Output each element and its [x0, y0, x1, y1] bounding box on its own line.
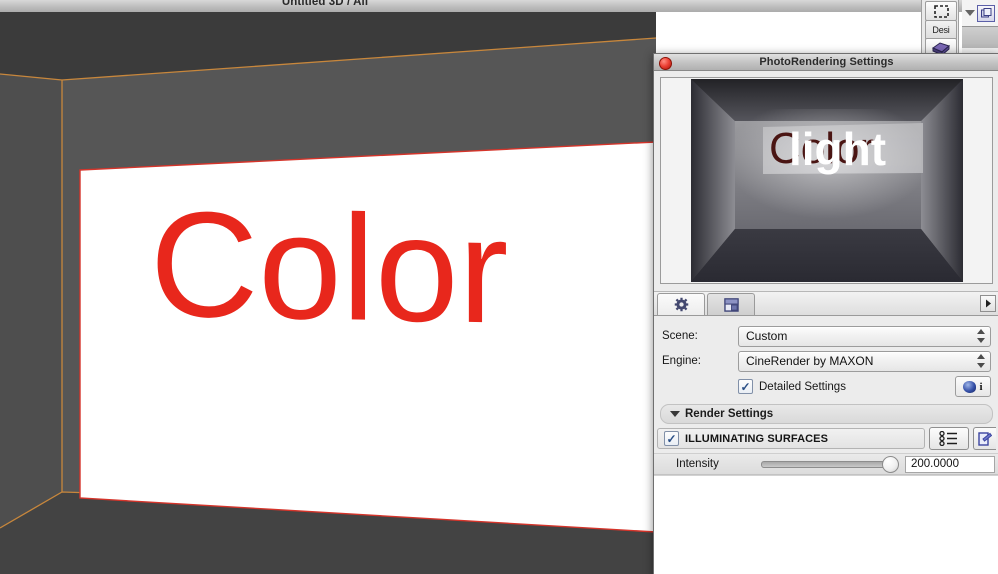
stepper-down-icon [976, 362, 985, 368]
intensity-row: Intensity 200.0000 [654, 453, 998, 475]
engine-stepper-icon[interactable] [976, 353, 985, 368]
render-settings-section-header[interactable]: Render Settings [660, 404, 993, 424]
close-button[interactable] [659, 57, 672, 70]
render-preview-container[interactable]: Color light [660, 77, 993, 284]
stepper-up-icon [976, 328, 985, 334]
render-preview: Color light [690, 79, 963, 282]
tab-save-image[interactable] [707, 293, 755, 315]
stepper-down-icon [976, 337, 985, 343]
chevron-down-icon[interactable] [965, 10, 975, 16]
list-settings-icon [939, 431, 957, 446]
illuminating-surfaces-item[interactable]: ✓ ILLUMINATING SURFACES [657, 428, 925, 449]
design-tool-button[interactable]: Desi [925, 20, 957, 40]
check-icon: ✓ [740, 379, 751, 394]
tool-palette: Desi [921, 0, 959, 59]
intensity-slider-knob[interactable] [882, 455, 899, 473]
illuminating-surfaces-row: ✓ ILLUMINATING SURFACES [657, 427, 996, 450]
layer-glyph [980, 8, 991, 18]
marquee-select-icon [933, 4, 949, 18]
edit-icon [978, 431, 992, 446]
right-dock [962, 0, 998, 26]
scene-select[interactable]: Custom [738, 325, 991, 347]
intensity-label: Intensity [676, 458, 719, 470]
dialog-tabstrip [654, 291, 998, 316]
edit-button[interactable] [973, 427, 996, 450]
dialog-title: PhotoRendering Settings [759, 56, 894, 68]
disclosure-triangle-icon [670, 411, 680, 417]
engine-row: Engine: CineRender by MAXON [662, 350, 991, 372]
check-icon: ✓ [666, 431, 677, 446]
info-letter: i [979, 380, 983, 393]
list-settings-button[interactable] [929, 427, 969, 450]
design-tool-label: Desi [932, 25, 950, 35]
engine-select-value: CineRender by MAXON [746, 354, 874, 368]
3d-viewport[interactable]: Color [0, 12, 656, 574]
photorendering-settings-dialog: PhotoRendering Settings Color light Scen… [653, 53, 998, 574]
chevron-right-icon [985, 299, 991, 308]
info-button[interactable]: i [955, 376, 991, 397]
dialog-form: Scene: Custom Engine: CineRender by MAXO… [654, 316, 998, 398]
dialog-empty-body [654, 475, 998, 574]
save-image-icon [723, 297, 739, 312]
viewport-wall-text: Color [150, 179, 508, 355]
scene-label: Scene: [662, 330, 698, 342]
intensity-slider[interactable] [761, 455, 899, 473]
detailed-settings-label: Detailed Settings [759, 380, 846, 393]
detailed-settings-row: ✓ Detailed Settings i [662, 375, 991, 398]
right-dock-scrollbar[interactable] [962, 26, 998, 50]
intensity-value-field[interactable]: 200.0000 [905, 455, 995, 473]
application-window: Untitled 3D / All Color Desi PhotoRender… [0, 0, 998, 574]
illuminating-surfaces-checkbox[interactable]: ✓ [664, 431, 679, 446]
marquee-select-button[interactable] [925, 1, 957, 21]
illuminating-surfaces-label: ILLUMINATING SURFACES [685, 432, 829, 445]
dialog-titlebar[interactable]: PhotoRendering Settings [654, 54, 998, 71]
tab-settings[interactable] [657, 293, 705, 315]
viewport-wall-text-label: Color [150, 179, 508, 355]
scene-select-value: Custom [746, 329, 788, 343]
stepper-up-icon [976, 353, 985, 359]
tabstrip-scroll-right-button[interactable] [980, 295, 996, 312]
scene-stepper-icon[interactable] [976, 328, 985, 343]
render-settings-title: Render Settings [685, 408, 774, 420]
scene-row: Scene: Custom [662, 325, 991, 347]
layer-icon[interactable] [977, 4, 995, 22]
preview-overlay-text: light [789, 123, 886, 175]
detailed-settings-checkbox[interactable]: ✓ [738, 379, 753, 394]
app-title: Untitled 3D / All [281, 0, 369, 8]
viewport-scene: Color [0, 12, 656, 574]
sphere-icon [963, 380, 977, 393]
engine-select[interactable]: CineRender by MAXON [738, 350, 991, 372]
engine-label: Engine: [662, 355, 702, 367]
gear-icon [674, 297, 688, 312]
